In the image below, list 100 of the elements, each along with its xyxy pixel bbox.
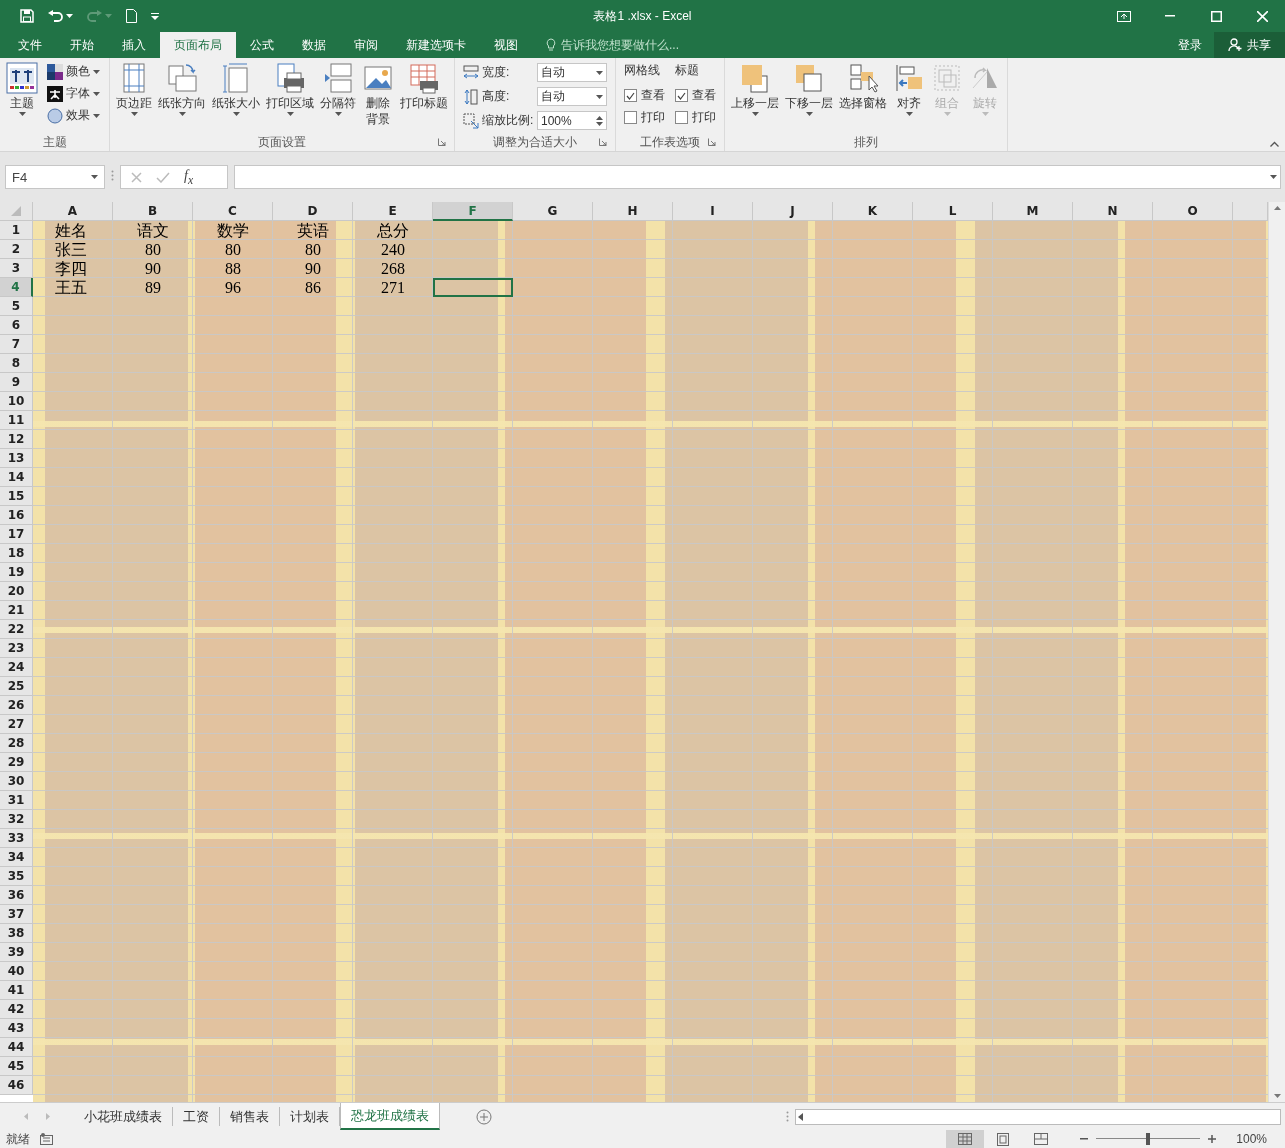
name-box[interactable]: F4 xyxy=(5,165,105,189)
column-header[interactable]: I xyxy=(673,202,753,221)
sheet-tab[interactable]: 恐龙班成绩表 xyxy=(340,1103,440,1130)
customize-toolbar-button[interactable] xyxy=(149,10,161,22)
row-header[interactable]: 40 xyxy=(0,962,33,981)
insert-function-button[interactable]: f$_{x}$ xyxy=(184,167,194,187)
row-header[interactable]: 13 xyxy=(0,449,33,468)
row-header[interactable]: 28 xyxy=(0,734,33,753)
row-header[interactable]: 18 xyxy=(0,544,33,563)
column-header[interactable]: N xyxy=(1073,202,1153,221)
tell-me-field[interactable]: 告诉我您想要做什么... xyxy=(546,32,679,58)
row-header[interactable]: 3 xyxy=(0,259,33,278)
row-header[interactable]: 43 xyxy=(0,1019,33,1038)
row-header[interactable]: 44 xyxy=(0,1038,33,1057)
undo-button[interactable] xyxy=(46,7,75,25)
row-header[interactable]: 4 xyxy=(0,278,33,297)
check-icon[interactable] xyxy=(156,171,170,183)
checkbox[interactable]: 打印 xyxy=(624,108,665,127)
checkbox[interactable]: 查看 xyxy=(624,86,665,105)
column-header[interactable]: O xyxy=(1153,202,1233,221)
selected-cell[interactable] xyxy=(433,278,513,297)
ribbon-tab[interactable]: 审阅 xyxy=(340,32,392,58)
column-header[interactable]: G xyxy=(513,202,593,221)
row-header[interactable]: 30 xyxy=(0,772,33,791)
drag-handle-icon[interactable] xyxy=(786,1111,789,1122)
row-header[interactable]: 36 xyxy=(0,886,33,905)
sheet-tab[interactable]: 小花班成绩表 xyxy=(74,1107,173,1126)
ribbon-tab[interactable]: 页面布局 xyxy=(160,32,236,58)
checkbox[interactable]: 打印 xyxy=(675,108,716,127)
row-header[interactable]: 14 xyxy=(0,468,33,487)
dropdown-field[interactable]: 自动 xyxy=(537,87,607,106)
ribbon-tab[interactable]: 公式 xyxy=(236,32,288,58)
ribbon-button[interactable]: 打印区域 xyxy=(264,62,316,133)
save-button[interactable] xyxy=(18,7,36,25)
ribbon-button[interactable]: 主题 xyxy=(4,62,40,133)
row-header[interactable]: 25 xyxy=(0,677,33,696)
row-header[interactable]: 5 xyxy=(0,297,33,316)
collapse-ribbon-icon[interactable] xyxy=(1270,141,1279,147)
row-header[interactable]: 11 xyxy=(0,411,33,430)
row-header[interactable]: 46 xyxy=(0,1076,33,1095)
row-header[interactable]: 22 xyxy=(0,620,33,639)
ribbon-button[interactable]: 分隔符 xyxy=(318,62,358,133)
sheet-tab[interactable]: 工资 xyxy=(173,1107,220,1126)
scroll-up-icon[interactable] xyxy=(1273,206,1281,210)
row-header[interactable]: 20 xyxy=(0,582,33,601)
zoom-level[interactable]: 100% xyxy=(1236,1132,1267,1146)
column-header[interactable]: M xyxy=(993,202,1073,221)
row-header[interactable]: 15 xyxy=(0,487,33,506)
ribbon-button[interactable]: 上移一层 xyxy=(729,62,781,133)
row-header[interactable]: 41 xyxy=(0,981,33,1000)
row-header[interactable]: 23 xyxy=(0,639,33,658)
ribbon-button[interactable]: 页边距 xyxy=(114,62,154,133)
column-header[interactable]: A xyxy=(33,202,113,221)
row-header[interactable]: 10 xyxy=(0,392,33,411)
row-header[interactable]: 34 xyxy=(0,848,33,867)
sheet-tab[interactable]: 销售表 xyxy=(220,1107,280,1126)
column-header[interactable]: D xyxy=(273,202,353,221)
row-header[interactable]: 24 xyxy=(0,658,33,677)
dialog-launcher-icon[interactable] xyxy=(599,138,607,146)
macro-record-icon[interactable] xyxy=(40,1133,53,1145)
column-header[interactable]: B xyxy=(113,202,193,221)
row-header[interactable]: 8 xyxy=(0,354,33,373)
ribbon-button[interactable]: 下移一层 xyxy=(783,62,835,133)
zoom-in-icon[interactable] xyxy=(1208,1135,1217,1143)
row-header[interactable]: 21 xyxy=(0,601,33,620)
ribbon-tab[interactable]: 开始 xyxy=(56,32,108,58)
ribbon-button[interactable]: 打印标题 xyxy=(398,62,450,133)
column-header[interactable]: H xyxy=(593,202,673,221)
formula-field[interactable] xyxy=(234,165,1281,189)
ribbon-button[interactable]: 颜色 xyxy=(46,62,101,81)
ribbon-button[interactable]: 效果 xyxy=(46,106,101,125)
ribbon-button[interactable]: 删除 背景 xyxy=(360,62,396,133)
row-header[interactable]: 7 xyxy=(0,335,33,354)
ribbon-button[interactable]: 纸张方向 xyxy=(156,62,208,133)
row-header[interactable]: 1 xyxy=(0,221,33,240)
row-header[interactable]: 6 xyxy=(0,316,33,335)
checkbox[interactable]: 查看 xyxy=(675,86,716,105)
row-header[interactable]: 26 xyxy=(0,696,33,715)
scroll-down-icon[interactable] xyxy=(1273,1094,1281,1098)
column-header[interactable]: E xyxy=(353,202,433,221)
row-header[interactable]: 38 xyxy=(0,924,33,943)
ribbon-tab[interactable]: 视图 xyxy=(480,32,532,58)
column-header[interactable]: F xyxy=(433,202,513,221)
row-header[interactable]: 2 xyxy=(0,240,33,259)
row-header[interactable]: 31 xyxy=(0,791,33,810)
row-header[interactable]: 17 xyxy=(0,525,33,544)
ribbon-button[interactable]: 选择窗格 xyxy=(837,62,889,133)
column-header[interactable]: K xyxy=(833,202,913,221)
row-header[interactable]: 33 xyxy=(0,829,33,848)
row-header[interactable]: 16 xyxy=(0,506,33,525)
row-header[interactable]: 45 xyxy=(0,1057,33,1076)
row-header[interactable]: 19 xyxy=(0,563,33,582)
dialog-launcher-icon[interactable] xyxy=(438,138,446,146)
row-header[interactable]: 12 xyxy=(0,430,33,449)
ribbon-tab[interactable]: 新建选项卡 xyxy=(392,32,480,58)
view-button[interactable] xyxy=(946,1130,985,1148)
dropdown-field[interactable]: 自动 xyxy=(537,63,607,82)
ribbon-button[interactable]: 对齐 xyxy=(891,62,927,133)
ribbon-tab[interactable]: 数据 xyxy=(288,32,340,58)
row-header[interactable]: 27 xyxy=(0,715,33,734)
